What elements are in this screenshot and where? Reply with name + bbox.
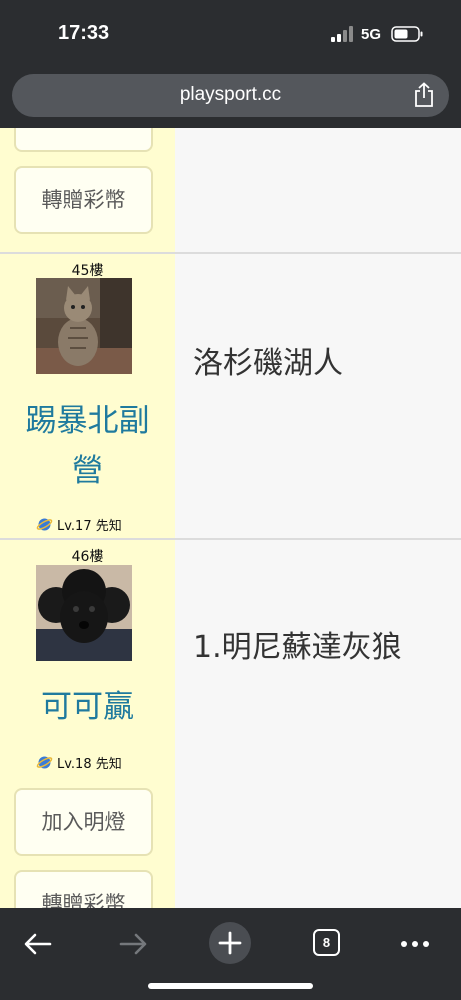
planet-icon [36,518,53,531]
level-text: Lv.17 先知 [57,519,122,534]
floor-number: 45樓 [71,263,104,279]
avatar-cat[interactable] [36,278,132,374]
arrow-left-icon [24,933,52,955]
post-divider [0,252,461,254]
username[interactable]: 可可贏 [0,680,175,734]
network-type: 5G [361,26,382,43]
plus-icon [218,931,242,955]
gift-coins-button[interactable]: 轉贈彩幣 [14,166,153,234]
user-level: Lv.17 先知 [36,515,122,534]
username-line1[interactable]: 踢暴北副 [0,394,175,448]
gift-coins-button[interactable]: 轉贈彩幣 [14,870,153,908]
battery-icon [391,26,423,42]
address-bar[interactable]: playsport.cc [12,74,449,117]
browser-top-bar: 17:33 5G playsport.cc [0,0,461,128]
floor-number: 46樓 [71,549,104,565]
post-content: 洛杉磯湖人 [193,346,343,381]
avatar-dog[interactable] [36,565,132,661]
home-indicator[interactable] [148,983,313,989]
cellular-signal-icon [331,26,353,42]
forum-thread: 轉贈彩幣 45樓 踢暴北副 營 Lv.17 先知 洛杉磯湖人 46樓 可可贏 L… [0,128,461,908]
status-time: 17:33 [58,22,110,44]
new-tab-button[interactable] [209,922,251,964]
post-content: 1.明尼蘇達灰狼 [193,630,402,665]
share-icon[interactable] [413,82,435,108]
post-divider [0,538,461,540]
arrow-right-icon [119,933,147,955]
add-bright-light-button[interactable]: 加入明燈 [14,788,153,856]
more-menu-button[interactable] [393,922,437,966]
url-text[interactable]: playsport.cc [12,84,449,106]
username-line2[interactable]: 營 [0,444,175,498]
user-level: Lv.18 先知 [36,753,122,772]
forward-button[interactable] [111,922,155,966]
back-button[interactable] [16,922,60,966]
tab-switcher-button[interactable]: 8 [313,929,340,956]
previous-post-button-partial[interactable] [14,128,153,152]
more-dots-icon [401,941,429,947]
planet-icon [36,756,53,769]
level-text: Lv.18 先知 [57,757,122,772]
